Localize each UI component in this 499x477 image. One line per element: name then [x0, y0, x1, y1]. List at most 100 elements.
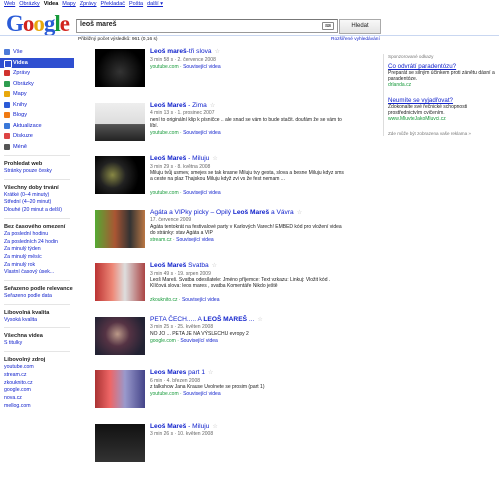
result-title-link[interactable]: Leos Mares part 1☆ — [150, 369, 213, 376]
google-logo[interactable]: Google — [6, 12, 69, 35]
sidebar-filter-link[interactable]: stream.cz — [0, 372, 74, 380]
result-title-link[interactable]: Leoš Mareš - Zima☆ — [150, 102, 215, 109]
ad-item: Co odvrátí paradentózu?Preparát se silný… — [388, 63, 498, 88]
result-title-link[interactable]: Leoš Mareš - Miluju☆ — [150, 423, 218, 430]
results-list: Leoš mareš-tři slova☆3 min 58 s · 2. čer… — [95, 49, 345, 477]
sidebar-item-zprávy[interactable]: Zprávy — [0, 68, 74, 79]
video-thumbnail[interactable] — [95, 156, 145, 194]
sidebar-item-méně[interactable]: Méně — [0, 142, 74, 153]
video-thumbnail[interactable] — [95, 370, 145, 408]
chat-icon — [4, 133, 10, 139]
sidebar-filter-link[interactable]: Střední (4–20 minut) — [0, 199, 74, 207]
sidebar-item-mapy[interactable]: Mapy — [0, 89, 74, 100]
star-icon[interactable]: ☆ — [208, 370, 213, 376]
search-input[interactable]: leoš mareš ⌨ — [76, 19, 338, 33]
related-videos-link[interactable]: Související videa — [180, 338, 218, 344]
sidebar-item-knihy[interactable]: Knihy — [0, 100, 74, 111]
result-title-link[interactable]: Leoš Mareš - Miluju☆ — [150, 155, 218, 162]
sidebar-filter-link[interactable]: mellog.com — [0, 403, 74, 411]
video-thumbnail[interactable] — [95, 103, 145, 141]
result-source: youtube.com · Související videa — [150, 391, 221, 397]
sidebar-divider — [4, 327, 70, 328]
video-thumbnail[interactable] — [95, 210, 145, 248]
result-title-link[interactable]: Leoš mareš-tři slova☆ — [150, 48, 220, 55]
related-videos-link[interactable]: Související videa — [183, 391, 221, 397]
star-icon[interactable]: ☆ — [297, 210, 302, 216]
sidebar-filter-link[interactable]: zkouknito.cz — [0, 380, 74, 388]
sidebar-filter-link[interactable]: Za posledních 24 hodin — [0, 239, 74, 247]
result-source-domain: google.com — [150, 338, 176, 344]
topnav-zprávy[interactable]: Zprávy — [80, 1, 97, 7]
topnav-pošta[interactable]: Pošta — [129, 1, 143, 7]
related-videos-link[interactable]: Související videa — [183, 64, 221, 70]
related-videos-link[interactable]: Související videa — [183, 130, 221, 136]
result-source-domain: stream.cz — [150, 237, 172, 243]
sidebar-filter-link[interactable]: Krátké (0–4 minuty) — [0, 192, 74, 200]
sidebar-item-label: Méně — [13, 144, 27, 150]
sidebar-item-obrázky[interactable]: Obrázky — [0, 79, 74, 90]
sidebar-filter-link[interactable]: google.com — [0, 387, 74, 395]
sidebar-item-blogy[interactable]: Blogy — [0, 110, 74, 121]
sidebar-filter-link[interactable]: Vysoká kvalita — [0, 317, 74, 325]
topnav-mapy[interactable]: Mapy — [62, 1, 75, 7]
related-videos-link[interactable]: Související videa — [176, 237, 214, 243]
sidebar-filter-link[interactable]: Seřazeno podle data — [0, 293, 74, 301]
sponsored-links: Sponzorované odkazy Co odvrátí paradentó… — [383, 54, 498, 136]
result-meta: 4 min 13 s · 1. prosinec 2007 — [150, 110, 214, 116]
related-videos-link[interactable]: Související videa — [183, 190, 221, 196]
ad-url[interactable]: drlanda.cz — [388, 82, 498, 88]
topnav-videa[interactable]: Videa — [44, 1, 59, 7]
video-result: Agáta a VIPky picky – Opilý Leoš Mareš a… — [95, 210, 345, 264]
sidebar-filter-link[interactable]: Za poslední hodinu — [0, 231, 74, 239]
results-stats-bar: Přibližný počet výsledků: 961 (0,16 s) R… — [0, 35, 499, 44]
sidebar-filter-link[interactable]: S titulky — [0, 340, 74, 348]
sidebar-filter-link[interactable]: Vlastní časový úsek... — [0, 269, 74, 277]
sidebar-filter-link[interactable]: Stránky pouze česky — [0, 168, 74, 176]
topnav-překladač[interactable]: Překladač — [101, 1, 125, 7]
sidebar-item-diskuze[interactable]: Diskuze — [0, 131, 74, 142]
keyboard-icon[interactable]: ⌨ — [322, 22, 334, 30]
sidebar-item-vše[interactable]: Vše — [0, 47, 74, 58]
result-source: zkouknito.cz · Související videa — [150, 297, 220, 303]
sidebar-filter-link[interactable]: youtube.com — [0, 364, 74, 372]
video-thumbnail[interactable] — [95, 49, 145, 87]
book-icon — [4, 102, 10, 108]
sidebar-item-aktualizace[interactable]: Aktualizace — [0, 121, 74, 132]
result-meta: 6 min · 4. březen 2008 — [150, 378, 200, 384]
video-thumbnail[interactable] — [95, 263, 145, 301]
sidebar-section-heading: Všechna videa — [0, 332, 74, 340]
video-result: Leoš Mareš - Miluju☆3 min 26 s · 10. kvě… — [95, 424, 345, 477]
ad-title-link[interactable]: Co odvrátí paradentózu? — [388, 63, 498, 70]
star-icon[interactable]: ☆ — [212, 424, 217, 430]
ads-more-link[interactable]: Zde může být zobrazena vaše reklama » — [388, 131, 498, 136]
video-thumbnail[interactable] — [95, 424, 145, 462]
advanced-search-link[interactable]: Rozšířené vyhledávání — [331, 37, 380, 42]
less-icon — [4, 144, 10, 150]
sidebar-item-videa[interactable]: Videa — [0, 58, 74, 69]
related-videos-link[interactable]: Související videa — [182, 297, 220, 303]
sidebar-filter-link[interactable]: Za minulý týden — [0, 246, 74, 254]
video-result: Leoš mareš-tři slova☆3 min 58 s · 2. čer… — [95, 49, 345, 103]
star-icon[interactable]: ☆ — [215, 49, 220, 55]
star-icon[interactable]: ☆ — [212, 156, 217, 162]
sidebar-filter-link[interactable]: nova.cz — [0, 395, 74, 403]
sidebar-item-label: Vše — [13, 49, 23, 55]
ad-title-link[interactable]: Neumíte se vyjadřovat? — [388, 97, 498, 104]
result-title-link[interactable]: Agáta a VIPky picky – Opilý Leoš Mareš a… — [150, 209, 302, 216]
topnav-obrázky[interactable]: Obrázky — [19, 1, 39, 7]
result-title-link[interactable]: PETA ČECH..... A LEOŠ MAREŠ ...☆ — [150, 316, 263, 323]
topnav-more[interactable]: další ▾ — [147, 1, 163, 7]
star-icon[interactable]: ☆ — [210, 103, 215, 109]
sidebar-section-heading: Prohledat web — [0, 160, 74, 168]
star-icon[interactable]: ☆ — [212, 263, 217, 269]
ad-url[interactable]: www.MluvteJakoMluvci.cz — [388, 116, 498, 122]
sidebar-filter-link[interactable]: Za minulý rok — [0, 262, 74, 270]
sidebar-filter-link[interactable]: Za minulý měsíc — [0, 254, 74, 262]
topnav-web[interactable]: Web — [4, 1, 15, 7]
search-button[interactable]: Hledat — [339, 19, 381, 34]
result-title-link[interactable]: Leoš Mareš Svatba☆ — [150, 262, 217, 269]
sidebar-filter-link[interactable]: Dlouhé (20 minut a delší) — [0, 207, 74, 215]
sidebar-section-heading: Všechny doby trvání — [0, 184, 74, 192]
star-icon[interactable]: ☆ — [257, 317, 262, 323]
video-thumbnail[interactable] — [95, 317, 145, 355]
